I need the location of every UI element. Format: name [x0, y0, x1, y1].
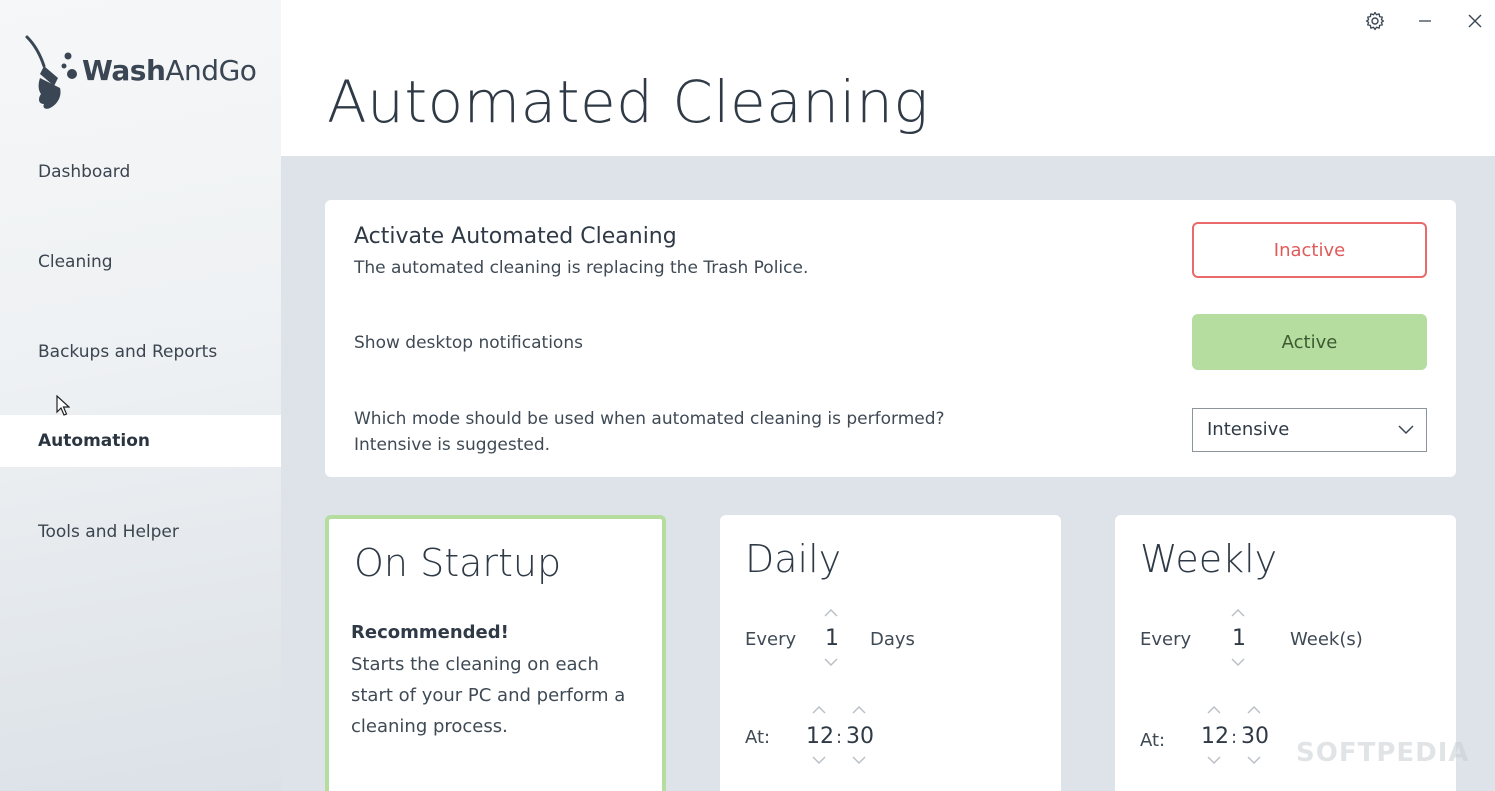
daily-time-separator: :	[836, 727, 843, 748]
sidebar-item-label: Dashboard	[38, 162, 131, 182]
weekly-hour-up-arrow-icon[interactable]	[1206, 705, 1222, 715]
mode-question: Which mode should be used when automated…	[354, 409, 945, 429]
notifications-toggle-button[interactable]: Active	[1192, 314, 1427, 370]
page-title: Automated Cleaning	[327, 68, 929, 136]
activate-toggle-button[interactable]: Inactive	[1192, 222, 1427, 278]
startup-description: Starts the cleaning on each start of you…	[351, 654, 626, 737]
sidebar-item-label: Cleaning	[38, 252, 113, 272]
weekly-title: Weekly	[1140, 537, 1278, 581]
weekly-at-label: At:	[1140, 730, 1166, 751]
close-button[interactable]	[1462, 8, 1488, 34]
daily-at-label: At:	[745, 727, 771, 748]
daily-every-value[interactable]: 1	[817, 626, 847, 651]
mode-select-value: Intensive	[1207, 419, 1290, 440]
broom-icon	[25, 35, 77, 109]
recommended-label: Recommended!	[351, 622, 509, 643]
daily-unit-label: Days	[870, 629, 915, 650]
close-icon	[1468, 14, 1482, 28]
sidebar-item-backups-and-reports[interactable]: Backups and Reports	[0, 326, 281, 378]
startup-title: On Startup	[354, 541, 562, 585]
minimize-button[interactable]	[1412, 8, 1438, 34]
weekly-minute-up-arrow-icon[interactable]	[1246, 705, 1262, 715]
daily-hour-value[interactable]: 12	[805, 724, 835, 749]
daily-every-down-arrow-icon[interactable]	[823, 657, 839, 667]
watermark: SOFTPEDIA	[1296, 738, 1470, 768]
minimize-icon	[1419, 20, 1431, 22]
sidebar-item-tools-and-helper[interactable]: Tools and Helper	[0, 506, 281, 558]
daily-hour-up-arrow-icon[interactable]	[811, 705, 827, 715]
weekly-unit-label: Week(s)	[1290, 629, 1363, 650]
sidebar-item-dashboard[interactable]: Dashboard	[0, 146, 281, 198]
daily-schedule-card[interactable]: Daily Every 1 Days At: 12 : 30	[720, 515, 1061, 791]
daily-minute-up-arrow-icon[interactable]	[851, 705, 867, 715]
daily-every-up-arrow-icon[interactable]	[823, 608, 839, 618]
sidebar-item-automation[interactable]: Automation	[0, 415, 281, 467]
weekly-minute-value[interactable]: 30	[1240, 724, 1270, 749]
daily-hour-down-arrow-icon[interactable]	[811, 755, 827, 765]
weekly-minute-down-arrow-icon[interactable]	[1246, 755, 1262, 765]
sidebar-item-label: Tools and Helper	[38, 522, 179, 542]
daily-minute-value[interactable]: 30	[845, 724, 875, 749]
logo-text: WashAndGo	[82, 54, 257, 87]
sidebar-item-label: Automation	[38, 431, 150, 451]
activate-title: Activate Automated Cleaning	[354, 224, 677, 249]
page-header: Automated Cleaning	[281, 0, 1495, 156]
weekly-time-separator: :	[1231, 727, 1238, 748]
activate-subtitle: The automated cleaning is replacing the …	[354, 258, 809, 278]
weekly-every-up-arrow-icon[interactable]	[1230, 608, 1246, 618]
sidebar-item-cleaning[interactable]: Cleaning	[0, 236, 281, 288]
notifications-label: Show desktop notifications	[354, 333, 583, 353]
app-logo: WashAndGo	[24, 34, 264, 114]
startup-schedule-card[interactable]: On Startup Recommended! Starts the clean…	[325, 515, 666, 791]
weekly-every-value[interactable]: 1	[1224, 626, 1254, 651]
settings-button[interactable]	[1362, 8, 1388, 34]
automation-settings-card: Activate Automated Cleaning The automate…	[325, 200, 1456, 477]
chevron-down-icon	[1398, 425, 1414, 435]
daily-title: Daily	[745, 537, 842, 581]
weekly-hour-value[interactable]: 12	[1200, 724, 1230, 749]
mode-hint: Intensive is suggested.	[354, 435, 551, 455]
sidebar: WashAndGo Dashboard Cleaning Backups and…	[0, 0, 281, 791]
mouse-cursor-icon	[56, 395, 70, 416]
weekly-hour-down-arrow-icon[interactable]	[1206, 755, 1222, 765]
sidebar-item-label: Backups and Reports	[38, 342, 218, 362]
weekly-every-down-arrow-icon[interactable]	[1230, 657, 1246, 667]
weekly-every-label: Every	[1140, 629, 1192, 650]
mode-select[interactable]: Intensive	[1192, 408, 1427, 452]
gear-icon	[1365, 11, 1385, 31]
daily-every-label: Every	[745, 629, 797, 650]
daily-minute-down-arrow-icon[interactable]	[851, 755, 867, 765]
